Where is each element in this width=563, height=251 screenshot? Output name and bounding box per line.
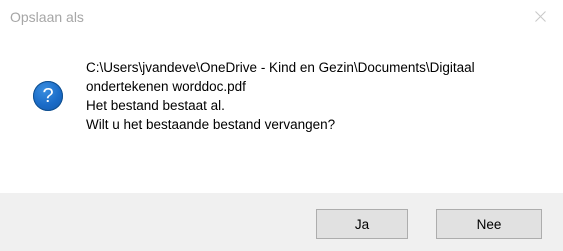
message-path-line-2: ondertekenen worddoc.pdf [86, 79, 246, 94]
question-icon: ? [33, 81, 63, 111]
question-glyph: ? [42, 85, 54, 107]
close-icon [534, 10, 546, 22]
dialog-title: Opslaan als [10, 9, 84, 25]
no-button[interactable]: Nee [436, 209, 542, 239]
save-as-dialog: Opslaan als ? C:\Users\jvandeve\OneDrive… [0, 0, 563, 251]
dialog-message: C:\Users\jvandeve\OneDrive - Kind en Gez… [86, 58, 475, 134]
message-replace-question: Wilt u het bestaande bestand vervangen? [86, 117, 336, 132]
dialog-footer: Ja Nee [0, 193, 563, 251]
message-path-line-1: C:\Users\jvandeve\OneDrive - Kind en Gez… [86, 60, 475, 75]
message-exists-line: Het bestand bestaat al. [86, 98, 225, 113]
yes-button[interactable]: Ja [316, 209, 408, 239]
close-button[interactable] [517, 0, 563, 32]
